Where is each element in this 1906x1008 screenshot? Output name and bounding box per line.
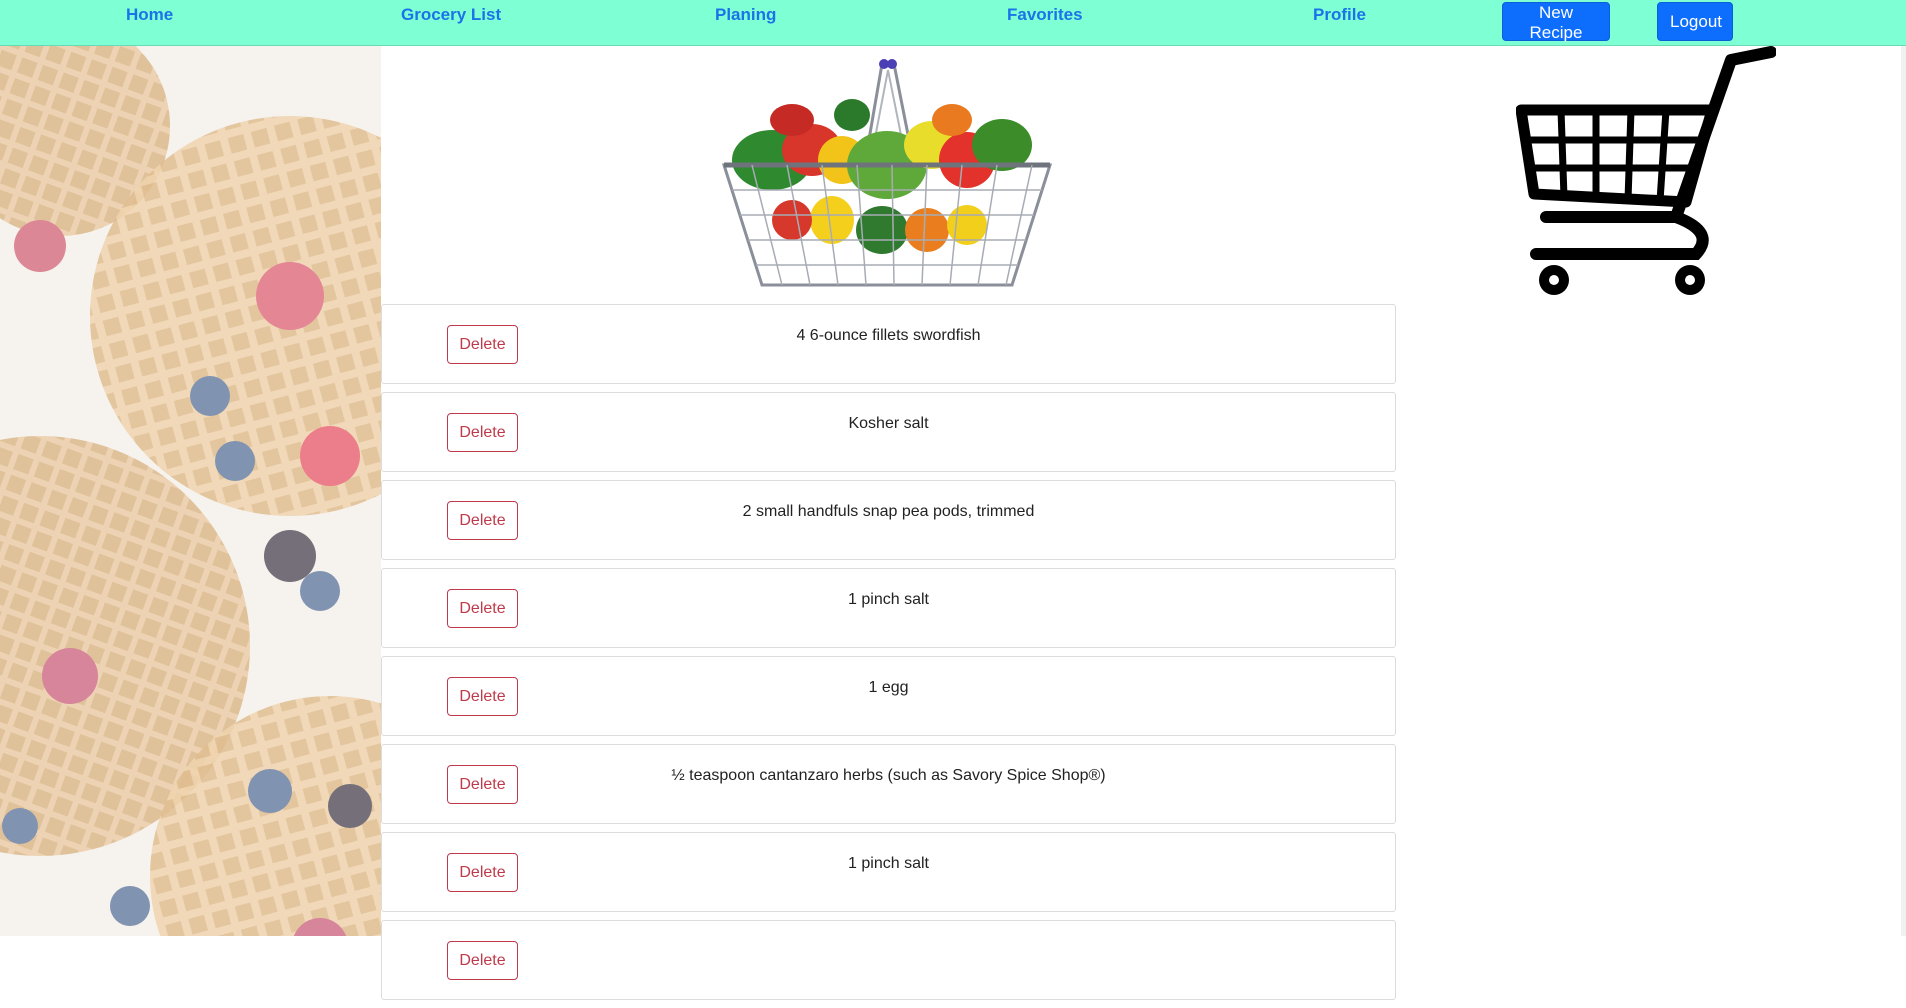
top-navbar: Home Grocery List Planing Favorites Prof… [0, 0, 1906, 46]
delete-button[interactable]: Delete [447, 677, 518, 716]
grocery-basket-image [712, 50, 1062, 295]
nav-favorites-link[interactable]: Favorites [1007, 5, 1083, 25]
delete-button[interactable]: Delete [447, 325, 518, 364]
shopping-cart-icon [1515, 42, 1777, 300]
logout-button[interactable]: Logout [1657, 2, 1733, 41]
item-text: ½ teaspoon cantanzaro herbs (such as Sav… [671, 767, 1106, 784]
delete-button[interactable]: Delete [447, 941, 518, 980]
item-text: 2 small handfuls snap pea pods, trimmed [742, 503, 1035, 520]
delete-button[interactable]: Delete [447, 853, 518, 892]
list-item: Delete Kosher salt [381, 392, 1396, 472]
list-item: Delete 1 egg [381, 656, 1396, 736]
new-recipe-button[interactable]: New Recipe [1502, 2, 1610, 42]
delete-button[interactable]: Delete [447, 413, 518, 452]
list-item: Delete [381, 920, 1396, 1000]
nav-home-link[interactable]: Home [126, 5, 173, 25]
item-text: 4 6-ounce fillets swordfish [796, 327, 981, 344]
list-item: Delete 2 small handfuls snap pea pods, t… [381, 480, 1396, 560]
waffle-background-image [0, 46, 381, 936]
item-text: Kosher salt [848, 415, 929, 432]
list-item: Delete 1 pinch salt [381, 568, 1396, 648]
item-text: 1 pinch salt [848, 855, 929, 872]
delete-button[interactable]: Delete [447, 501, 518, 540]
list-item: Delete 1 pinch salt [381, 832, 1396, 912]
scrollbar-track[interactable] [1901, 46, 1906, 936]
grocery-list: Delete 4 6-ounce fillets swordfish Delet… [381, 304, 1396, 1008]
nav-planing-link[interactable]: Planing [715, 5, 776, 25]
list-item: Delete 4 6-ounce fillets swordfish [381, 304, 1396, 384]
item-text: 1 pinch salt [848, 591, 929, 608]
delete-button[interactable]: Delete [447, 589, 518, 628]
nav-grocery-list-link[interactable]: Grocery List [401, 5, 501, 25]
delete-button[interactable]: Delete [447, 765, 518, 804]
list-item: Delete ½ teaspoon cantanzaro herbs (such… [381, 744, 1396, 824]
nav-profile-link[interactable]: Profile [1313, 5, 1366, 25]
item-text: 1 egg [868, 679, 909, 696]
background-fade-overlay [0, 46, 381, 936]
